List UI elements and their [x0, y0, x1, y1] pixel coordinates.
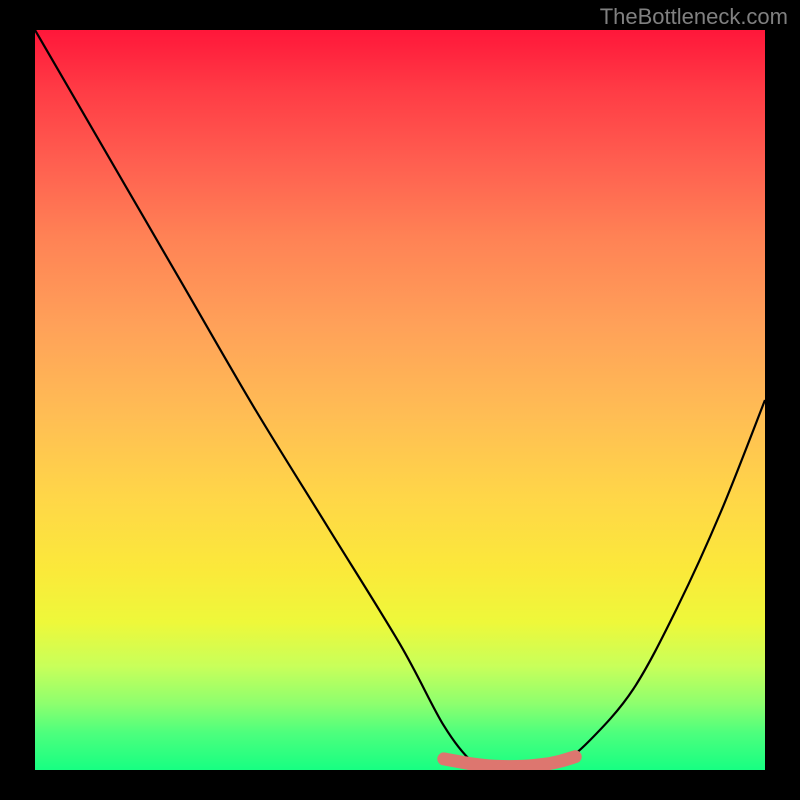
curve-line: [35, 30, 765, 770]
chart-svg: [35, 30, 765, 770]
chart-container: TheBottleneck.com: [0, 0, 800, 800]
plot-area: [35, 30, 765, 770]
watermark-text: TheBottleneck.com: [600, 4, 788, 30]
flat-marker-line: [444, 757, 575, 767]
